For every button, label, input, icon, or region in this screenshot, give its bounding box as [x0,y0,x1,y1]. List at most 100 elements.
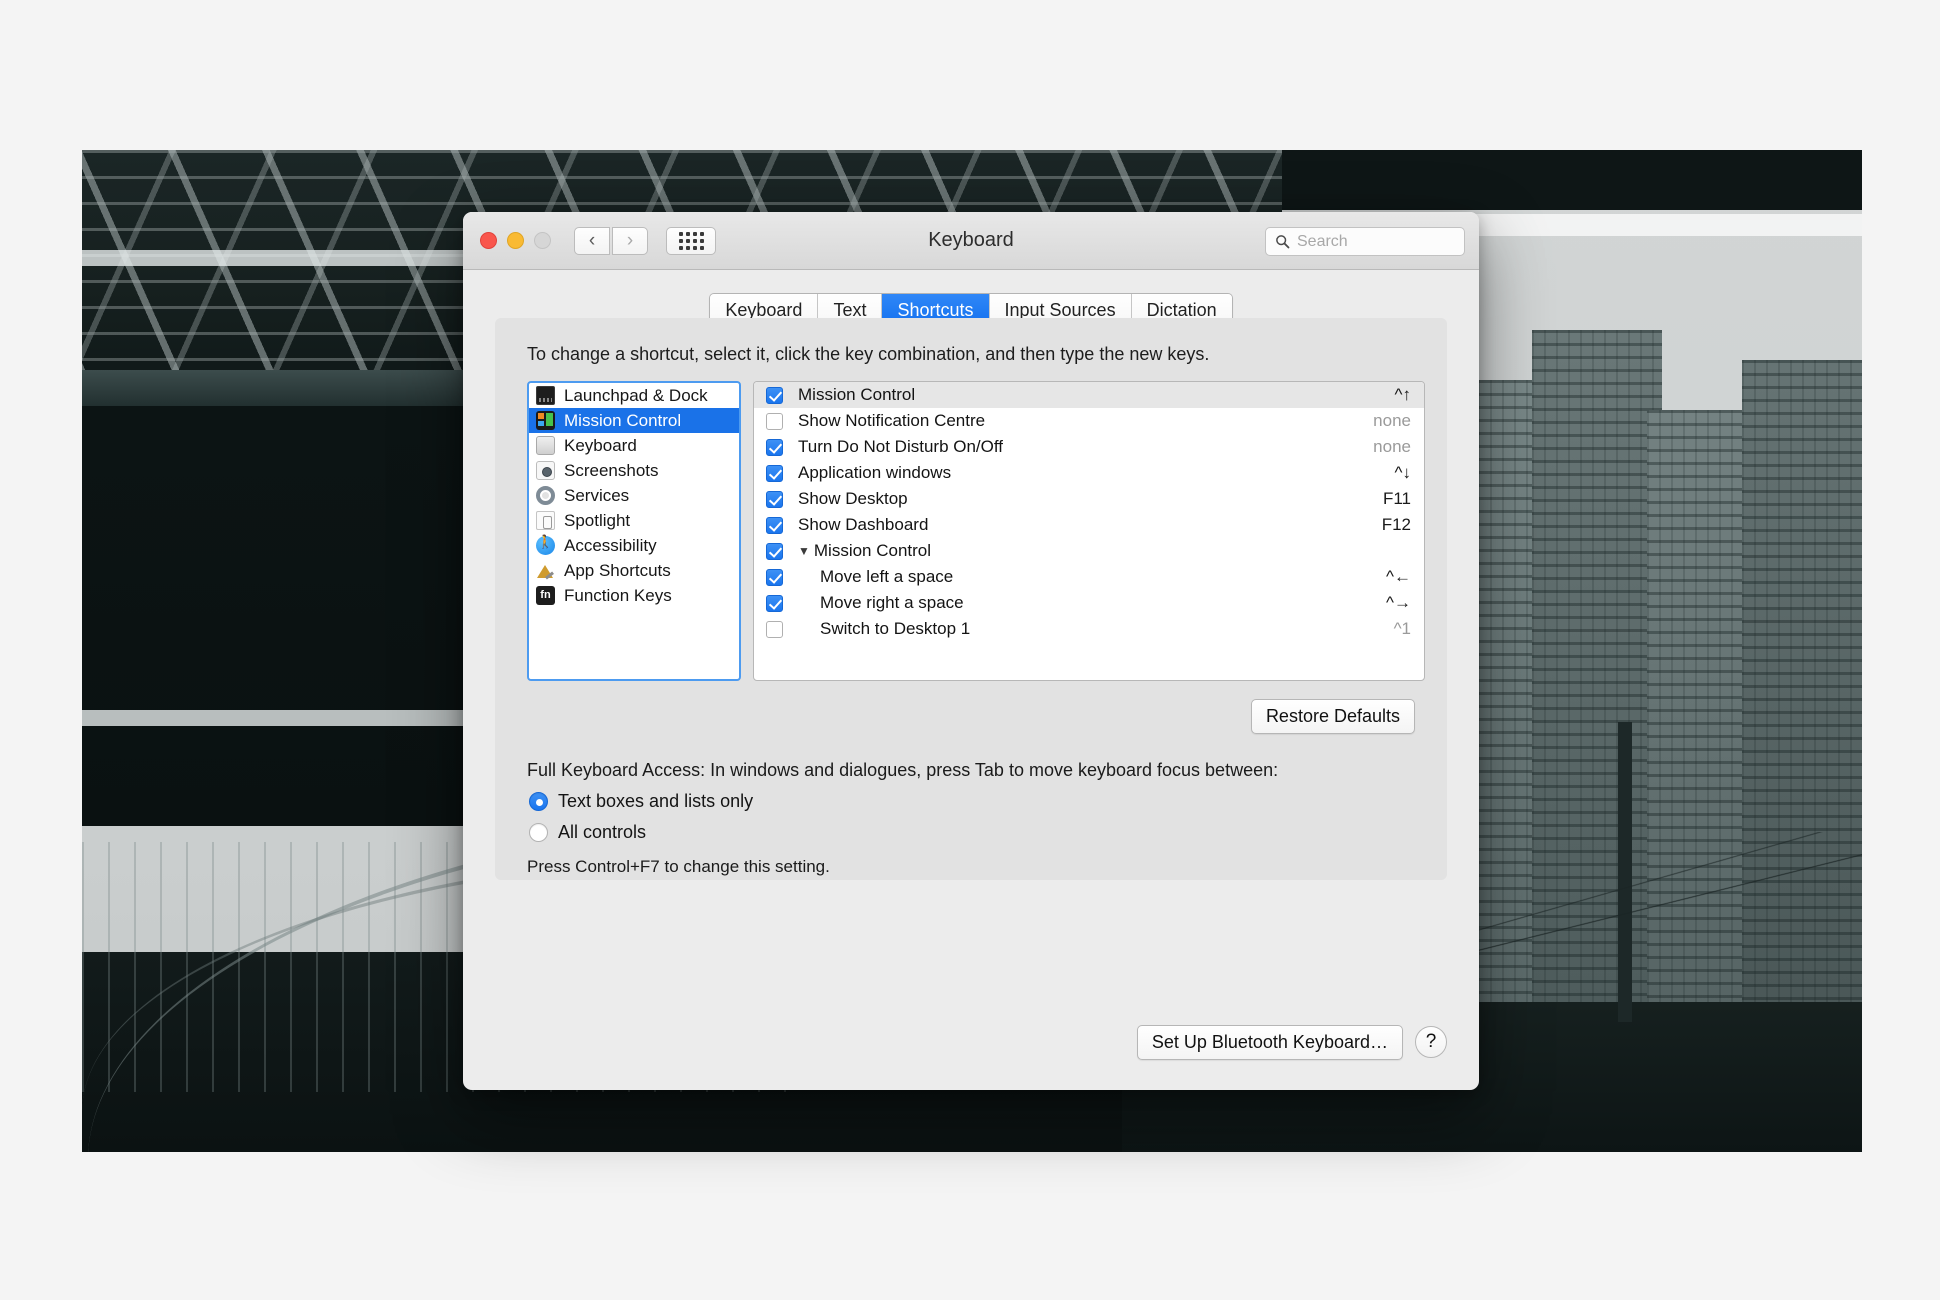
shortcut-key[interactable]: ^→ [1386,593,1411,613]
search-icon [1275,234,1290,249]
sidebar-item-keyboard[interactable]: Keyboard [529,433,739,458]
category-label: Accessibility [564,536,657,556]
shortcut-row[interactable]: Turn Do Not Disturb On/Off none [754,434,1424,460]
category-label: Function Keys [564,586,672,606]
shortcut-group-row[interactable]: ▼ Mission Control [754,538,1424,564]
shortcut-label: Move right a space [820,593,964,613]
shortcut-row[interactable]: Show Desktop F11 [754,486,1424,512]
shortcut-checkbox[interactable] [766,621,783,638]
navigation-buttons: ‹ › [574,227,648,255]
radio-button-icon[interactable] [529,792,548,811]
radio-all-controls[interactable]: All controls [495,812,1447,843]
sidebar-item-screenshots[interactable]: Screenshots [529,458,739,483]
category-label: Launchpad & Dock [564,386,708,406]
category-label: Services [564,486,629,506]
traffic-lights [480,232,551,249]
show-all-button[interactable] [666,227,716,255]
shortcut-checkbox[interactable] [766,517,783,534]
shortcut-key[interactable]: none [1373,411,1411,431]
sidebar-item-mission-control[interactable]: Mission Control [529,408,739,433]
shortcut-checkbox[interactable] [766,595,783,612]
shortcut-label: Show Desktop [798,489,908,509]
panel-hint-text: To change a shortcut, select it, click t… [495,318,1447,365]
shortcut-key[interactable]: none [1373,437,1411,457]
window-titlebar[interactable]: ‹ › Keyboard [463,212,1479,270]
shortcut-key[interactable]: ^1 [1394,619,1411,639]
radio-text-boxes-and-lists[interactable]: Text boxes and lists only [495,781,1447,812]
category-label: App Shortcuts [564,561,671,581]
category-label: Keyboard [564,436,637,456]
shortcut-label: Show Notification Centre [798,411,985,431]
restore-defaults-button[interactable]: Restore Defaults [1251,699,1415,734]
forward-button[interactable]: › [612,227,648,255]
disclosure-triangle-icon[interactable]: ▼ [798,545,810,557]
restore-defaults-container: Restore Defaults [495,681,1447,734]
radio-label: All controls [558,822,646,843]
shortcut-checkbox[interactable] [766,465,783,482]
shortcut-row[interactable]: Show Notification Centre none [754,408,1424,434]
shortcut-label: Application windows [798,463,951,483]
chevron-right-icon: › [627,231,633,250]
search-field[interactable] [1265,227,1465,256]
sidebar-item-accessibility[interactable]: Accessibility [529,533,739,558]
shortcut-row[interactable]: Move left a space ^← [754,564,1424,590]
services-gear-icon [536,486,555,505]
shortcut-checkbox[interactable] [766,439,783,456]
shortcut-label: Move left a space [820,567,953,587]
shortcut-row[interactable]: Application windows ^↓ [754,460,1424,486]
launchpad-dock-icon [536,386,555,405]
shortcuts-panel: To change a shortcut, select it, click t… [495,318,1447,880]
zoom-button-icon[interactable] [534,232,551,249]
function-keys-fn-icon: fn [536,586,555,605]
window-footer: Set Up Bluetooth Keyboard… ? [463,994,1479,1090]
radio-button-icon[interactable] [529,823,548,842]
category-label: Mission Control [564,411,681,431]
sidebar-item-services[interactable]: Services [529,483,739,508]
shortcut-key[interactable]: ^← [1386,567,1411,587]
spotlight-icon [536,511,555,530]
shortcut-label: Turn Do Not Disturb On/Off [798,437,1003,457]
shortcut-checkbox[interactable] [766,413,783,430]
sidebar-item-spotlight[interactable]: Spotlight [529,508,739,533]
shortcut-checkbox[interactable] [766,569,783,586]
shortcut-row[interactable]: Mission Control ^↑ [754,382,1424,408]
shortcut-checkbox[interactable] [766,543,783,560]
screen: ‹ › Keyboard Keyboard Text S [0,0,1940,1300]
keyboard-preferences-window: ‹ › Keyboard Keyboard Text S [463,212,1479,1090]
sidebar-item-launchpad-dock[interactable]: Launchpad & Dock [529,383,739,408]
full-keyboard-access-description: Full Keyboard Access: In windows and dia… [495,734,1447,781]
shortcut-checkbox[interactable] [766,387,783,404]
shortcut-lists: Launchpad & Dock Mission Control Keyboar… [495,365,1447,681]
sidebar-item-app-shortcuts[interactable]: App Shortcuts [529,558,739,583]
shortcut-checkbox[interactable] [766,491,783,508]
shortcut-key[interactable]: ^↑ [1395,385,1411,405]
back-button[interactable]: ‹ [574,227,610,255]
accessibility-icon [536,536,555,555]
mission-control-icon [536,411,555,430]
shortcut-label: Mission Control [814,541,931,561]
category-label: Spotlight [564,511,630,531]
category-list[interactable]: Launchpad & Dock Mission Control Keyboar… [527,381,741,681]
shortcut-key[interactable]: ^↓ [1395,463,1411,483]
minimize-button-icon[interactable] [507,232,524,249]
shortcut-key[interactable]: F11 [1383,489,1411,509]
chevron-left-icon: ‹ [589,231,595,250]
shortcut-row[interactable]: Switch to Desktop 1 ^1 [754,616,1424,642]
category-label: Screenshots [564,461,659,481]
keyboard-icon [536,436,555,455]
help-button[interactable]: ? [1415,1026,1447,1058]
shortcut-row[interactable]: Move right a space ^→ [754,590,1424,616]
shortcut-label: Mission Control [798,385,915,405]
set-up-bluetooth-keyboard-button[interactable]: Set Up Bluetooth Keyboard… [1137,1025,1403,1060]
shortcut-row[interactable]: Show Dashboard F12 [754,512,1424,538]
search-input[interactable] [1297,233,1455,251]
app-shortcuts-icon [536,561,555,580]
screenshots-icon [536,461,555,480]
shortcut-key[interactable]: F12 [1382,515,1411,535]
close-button-icon[interactable] [480,232,497,249]
radio-label: Text boxes and lists only [558,791,753,812]
keyboard-access-note: Press Control+F7 to change this setting. [495,843,1447,877]
grid-icon [679,232,704,250]
sidebar-item-function-keys[interactable]: fn Function Keys [529,583,739,608]
shortcut-list[interactable]: Mission Control ^↑ Show Notification Cen… [753,381,1425,681]
